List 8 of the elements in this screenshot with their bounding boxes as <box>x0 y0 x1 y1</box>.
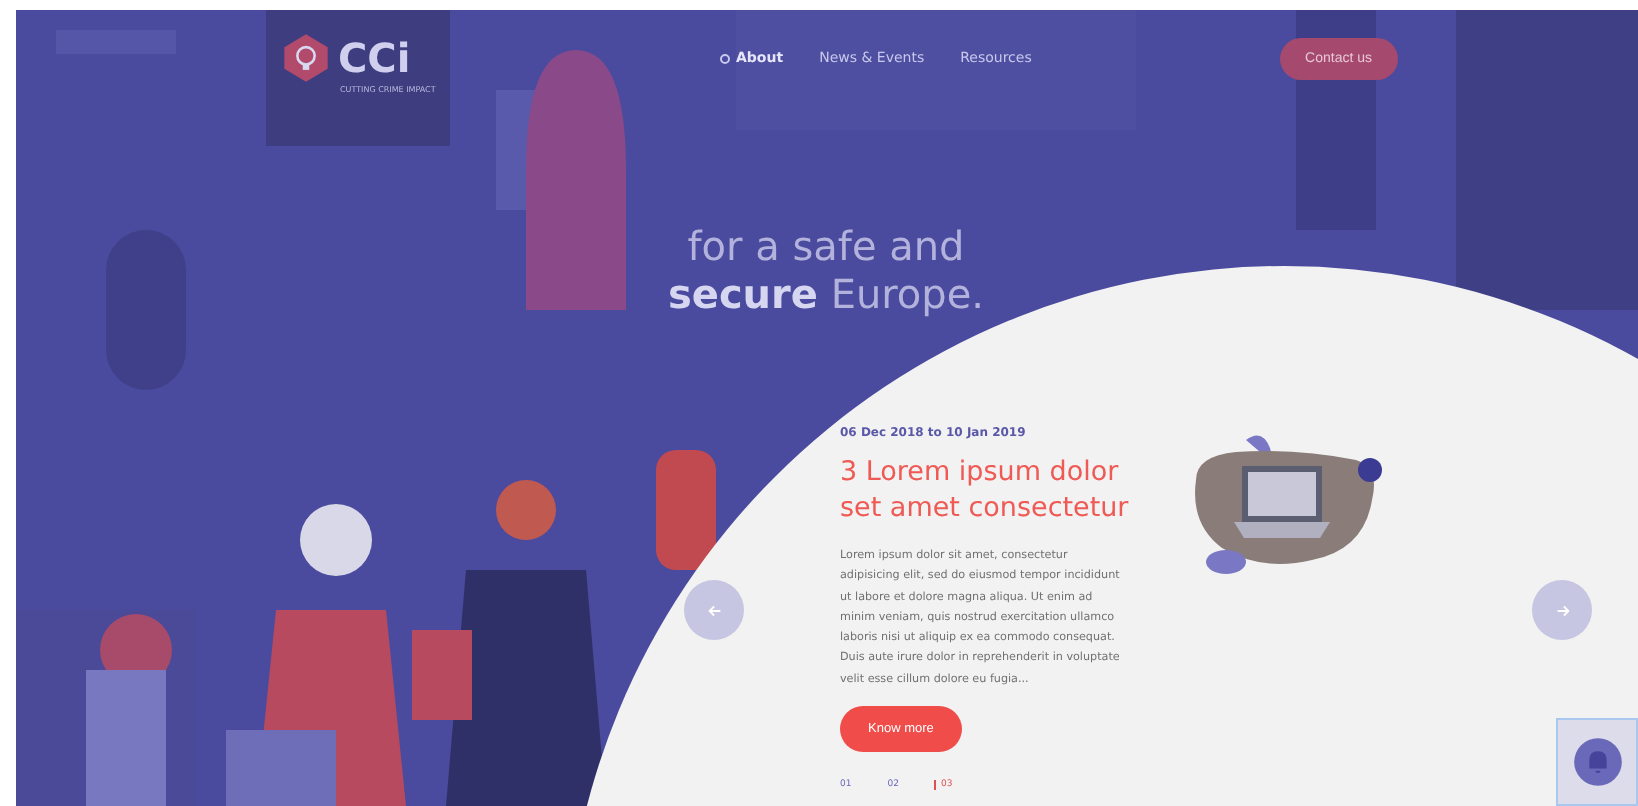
bell-icon <box>1571 736 1623 788</box>
lightbulb-logo-icon <box>280 31 332 83</box>
hero-tagline: for a safe and secure Europe. <box>665 222 987 318</box>
event-title: 3 Lorem ipsum dolor set amet consectetur <box>840 454 1130 526</box>
logo-text: CCi <box>338 33 411 81</box>
arrow-right-icon <box>1553 601 1571 619</box>
notification-button[interactable] <box>1556 718 1638 806</box>
arrow-left-icon <box>705 601 723 619</box>
